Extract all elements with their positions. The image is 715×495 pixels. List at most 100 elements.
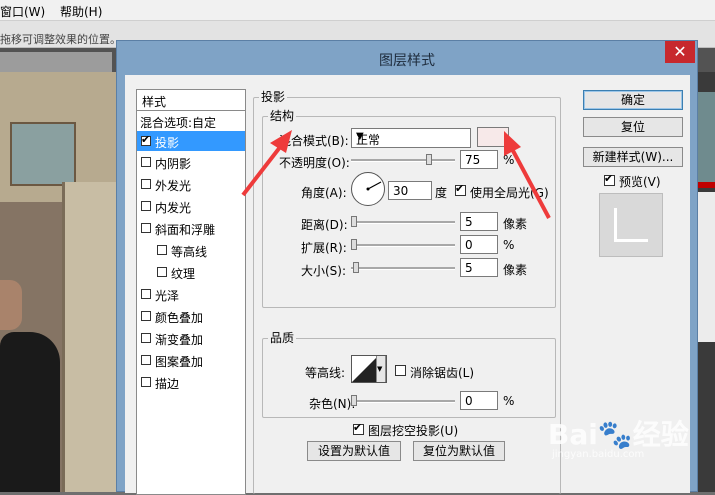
spread-label: 扩展(R): <box>301 241 347 255</box>
knockout-label: 图层挖空投影(U) <box>368 424 459 438</box>
satin-checkbox[interactable] <box>141 289 151 299</box>
make-default-button[interactable]: 设置为默认值 <box>307 441 401 461</box>
photo-person-suit <box>0 332 60 492</box>
angle-label: 角度(A): <box>301 186 347 200</box>
menu-bar: 窗口(W) 帮助(H) <box>0 0 715 21</box>
noise-slider-thumb[interactable] <box>351 395 357 406</box>
menu-help[interactable]: 帮助(H) <box>60 3 102 20</box>
close-button[interactable]: ✕ <box>665 41 695 63</box>
distance-unit: 像素 <box>503 217 528 231</box>
drop-shadow-checkbox[interactable] <box>141 133 151 146</box>
anti-alias-label: 消除锯齿(L) <box>410 366 475 380</box>
blend-mode-select[interactable]: 正常 ▼ <box>351 128 471 148</box>
pattern-overlay-checkbox[interactable] <box>141 355 151 365</box>
noise-input[interactable]: 0 <box>460 391 498 410</box>
opacity-input[interactable]: 75 <box>460 150 498 169</box>
opacity-slider[interactable] <box>351 154 455 165</box>
hint-text: 拖移可调整效果的位置。 <box>0 33 121 46</box>
quality-legend: 品质 <box>268 329 297 346</box>
global-light-checkbox[interactable] <box>455 182 466 196</box>
style-item-stroke[interactable]: 描边 <box>137 372 245 392</box>
photo-door <box>62 182 118 492</box>
opacity-slider-thumb[interactable] <box>426 154 432 165</box>
distance-label: 距离(D): <box>301 218 348 232</box>
size-input[interactable]: 5 <box>460 258 498 277</box>
thumbnail-photo <box>697 92 715 182</box>
style-item-texture[interactable]: 纹理 <box>137 262 245 282</box>
style-item-satin[interactable]: 光泽 <box>137 284 245 304</box>
style-item-color-overlay[interactable]: 颜色叠加 <box>137 306 245 326</box>
style-item-bevel-emboss[interactable]: 斜面和浮雕 <box>137 218 245 238</box>
side-panel <box>697 192 715 342</box>
opacity-unit: % <box>503 153 515 167</box>
style-item-pattern-overlay[interactable]: 图案叠加 <box>137 350 245 370</box>
style-item-drop-shadow[interactable]: 投影 <box>137 131 245 151</box>
watermark-brand: Bai🐾经验 <box>548 418 689 451</box>
angle-unit: 度 <box>435 186 448 200</box>
color-overlay-checkbox[interactable] <box>141 311 151 321</box>
outer-glow-checkbox[interactable] <box>141 179 151 189</box>
global-light-label: 使用全局光(G) <box>470 186 549 200</box>
color-bar <box>697 182 715 188</box>
watermark-url: jingyan.baidu.com <box>552 449 645 460</box>
spread-slider[interactable] <box>351 239 455 250</box>
shadow-color-swatch[interactable] <box>477 127 509 147</box>
blend-options-item[interactable]: 混合选项:自定 <box>137 111 245 131</box>
noise-label: 杂色(N): <box>309 397 356 411</box>
stroke-checkbox[interactable] <box>141 377 151 387</box>
reset-button[interactable]: 复位 <box>583 117 683 137</box>
structure-legend: 结构 <box>268 107 297 124</box>
spread-slider-thumb[interactable] <box>351 239 357 250</box>
size-label: 大小(S): <box>301 264 347 278</box>
canvas-photo[interactable] <box>0 72 118 492</box>
document-tab[interactable] <box>0 52 112 72</box>
preview-checkbox[interactable] <box>604 172 615 186</box>
chevron-down-icon: ▼ <box>356 131 364 142</box>
drop-shadow-section-title: 投影 <box>259 88 288 105</box>
size-slider[interactable] <box>351 262 455 273</box>
close-icon: ✕ <box>673 42 687 61</box>
right-panels <box>697 72 715 492</box>
new-style-button[interactable]: 新建样式(W)... <box>583 147 683 167</box>
anti-alias-checkbox[interactable] <box>395 365 406 376</box>
preview-label: 预览(V) <box>619 175 661 189</box>
contour-dropdown[interactable]: ▼ <box>376 356 386 382</box>
angle-dial[interactable] <box>351 172 385 206</box>
distance-slider-thumb[interactable] <box>351 216 357 227</box>
noise-unit: % <box>503 394 515 408</box>
style-item-inner-shadow[interactable]: 内阴影 <box>137 152 245 172</box>
style-preview-thumbnail <box>599 193 663 257</box>
photo-person-face <box>0 280 22 330</box>
inner-shadow-checkbox[interactable] <box>141 157 151 167</box>
style-item-outer-glow[interactable]: 外发光 <box>137 174 245 194</box>
inner-glow-checkbox[interactable] <box>141 201 151 211</box>
ok-button[interactable]: 确定 <box>583 90 683 110</box>
dialog-titlebar[interactable]: 图层样式 ✕ <box>117 41 697 75</box>
photo-poster <box>10 122 76 186</box>
knockout-checkbox[interactable] <box>353 421 364 435</box>
reset-default-button[interactable]: 复位为默认值 <box>413 441 505 461</box>
bevel-emboss-checkbox[interactable] <box>141 223 151 233</box>
dialog-title: 图层样式 <box>379 53 435 69</box>
contour-checkbox[interactable] <box>157 245 167 255</box>
style-item-inner-glow[interactable]: 内发光 <box>137 196 245 216</box>
chevron-down-icon: ▼ <box>377 365 383 373</box>
style-item-contour[interactable]: 等高线 <box>137 240 245 260</box>
blend-mode-label: 混合模式(B): <box>279 134 349 148</box>
angle-input[interactable]: 30 <box>388 181 432 200</box>
menu-window[interactable]: 窗口(W) <box>0 3 45 20</box>
contour-picker[interactable]: ▼ <box>351 355 387 383</box>
noise-slider[interactable] <box>351 395 455 406</box>
gradient-overlay-checkbox[interactable] <box>141 333 151 343</box>
texture-checkbox[interactable] <box>157 267 167 277</box>
opacity-label: 不透明度(O): <box>279 156 350 170</box>
contour-label: 等高线: <box>305 366 346 380</box>
preview-shape <box>614 208 648 242</box>
distance-input[interactable]: 5 <box>460 212 498 231</box>
distance-slider[interactable] <box>351 216 455 227</box>
style-item-gradient-overlay[interactable]: 渐变叠加 <box>137 328 245 348</box>
spread-input[interactable]: 0 <box>460 235 498 254</box>
style-list-header[interactable]: 样式 <box>137 90 245 111</box>
angle-needle <box>366 181 382 191</box>
size-slider-thumb[interactable] <box>353 262 359 273</box>
